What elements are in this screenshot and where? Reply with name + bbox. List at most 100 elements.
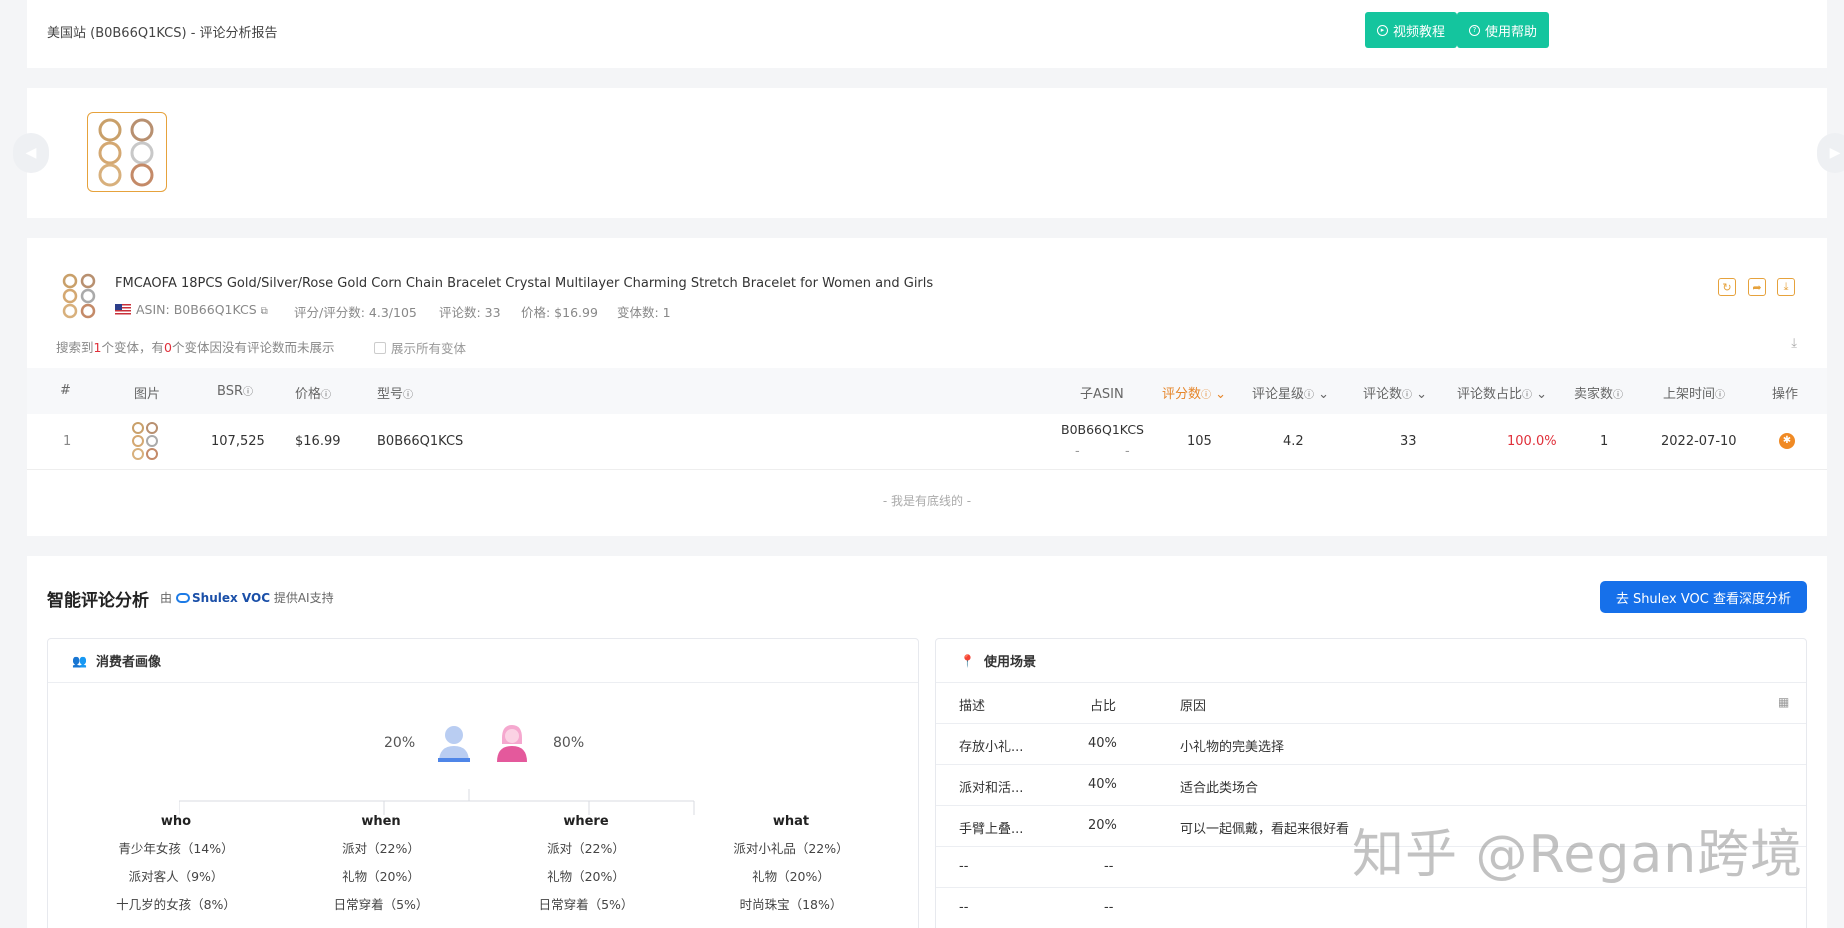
male-avatar-icon [438,726,470,762]
us-flag-icon [115,304,131,315]
cell-listed: 2022-07-10 [1661,434,1737,449]
list-item: 时尚珠宝（18%） [739,897,843,912]
cell-child-asin[interactable]: B0B66Q1KCS [1061,422,1144,437]
show-all-variants-checkbox[interactable]: 展示所有变体 [374,338,466,357]
table-row: -- -- [936,888,1806,928]
who-column: who 青少年女孩（14%） 派对客人（9%） 十几岁的女孩（8%） [81,814,271,922]
users-icon: 👥 [72,653,87,668]
variants-meta: 变体数: 1 [617,305,671,320]
where-heading: where [563,814,609,829]
variants-table-header: # 图片 BSRⓘ 价格ⓘ 型号ⓘ 子ASIN 评分数ⓘ ⌄ 评论星级ⓘ ⌄ 评… [27,368,1827,414]
profile-tree-lines [179,789,695,815]
list-item: 青少年女孩（14%） [118,841,234,856]
female-percent: 80% [553,735,585,751]
shulex-deep-analysis-button[interactable]: 去 Shulex VOC 查看深度分析 [1599,581,1807,613]
play-icon: ▸ [1377,24,1388,36]
cell-reviews: 33 [1400,434,1417,449]
row-product-image[interactable] [129,421,161,461]
list-item: 派对客人（9%） [128,869,224,884]
cell-bsr: 107,525 [211,434,265,449]
reviews-meta: 评论数: 33 [439,305,501,320]
col-image: 图片 [134,387,161,402]
end-of-list: - 我是有底线的 - [882,494,972,508]
gallery-next-button[interactable]: ▶ [1817,133,1844,173]
female-avatar-icon [497,725,527,762]
list-item: 十几岁的女孩（8%） [116,897,236,912]
table-row: 存放小礼... 40% 小礼物的完美选择 [936,724,1806,765]
cell-price: $16.99 [295,434,341,449]
list-item: 派对小礼品（22%） [733,841,849,856]
cell-ratio: 100.0% [1507,434,1557,449]
col-ratings-sort[interactable]: 评分数ⓘ ⌄ [1162,383,1226,402]
table-row: 派对和活... 40% 适合此类场合 [936,765,1806,806]
video-tutorial-label: 视频教程 [1393,24,1446,40]
consumer-panel-title: 消费者画像 [96,655,162,670]
question-icon: ? [1469,24,1480,36]
col-stars-sort[interactable]: 评论星级ⓘ ⌄ [1252,383,1329,402]
col-child-asin: 子ASIN [1080,387,1124,402]
shulex-logo-icon [176,593,191,603]
help-button[interactable]: ? 使用帮助 [1457,12,1550,48]
when-column: when 派对（22%） 礼物（20%） 日常穿着（5%） [286,814,476,922]
share-icon[interactable]: ➦ [1748,278,1766,296]
variant-summary: 搜索到1个变体，有0个变体因没有评论数而未展示 [56,340,335,355]
cell-index: 1 [63,434,72,449]
video-tutorial-button[interactable]: ▸ 视频教程 [1365,12,1458,48]
scene-panel-title: 使用场景 [984,655,1037,670]
list-item: 礼物（20%） [547,869,625,884]
col-reviews-sort[interactable]: 评论数ⓘ ⌄ [1363,383,1427,402]
gallery-prev-button[interactable]: ◀ [13,133,49,173]
asin-text: ASIN: B0B66Q1KCS [136,302,257,317]
list-item: 派对（22%） [342,841,420,856]
watermark-text: 知乎 @Regan跨境 [1352,825,1804,885]
col-index: # [60,383,71,398]
where-column: where 派对（22%） 礼物（20%） 日常穿着（5%） [491,814,681,922]
cell-stars: 4.2 [1283,434,1304,449]
list-item: 礼物（20%） [752,869,830,884]
analyze-icon[interactable]: ✱ [1779,433,1795,449]
product-image [62,273,96,319]
col-listed[interactable]: 上架时间ⓘ [1663,383,1725,402]
list-item: 派对（22%） [547,841,625,856]
bracelet-image [98,118,154,187]
section-title: 智能评论分析 [47,591,149,611]
location-pin-icon: 📍 [960,653,975,668]
scene-col-desc: 描述 [959,699,986,714]
list-item: 礼物（20%） [342,869,420,884]
grid-view-icon[interactable]: ▦ [1778,695,1789,709]
scene-table-header: 描述 占比 原因 ▦ [936,683,1806,724]
product-section: FMCAOFA 18PCS Gold/Silver/Rose Gold Corn… [27,238,1827,536]
powered-by: 由 Shulex VOC 提供AI支持 [160,591,334,605]
cell-sellers: 1 [1600,434,1609,449]
cell-dash-2: - [1125,444,1130,459]
page-title: 美国站 (B0B66Q1KCS) - 评论分析报告 [47,26,278,41]
refresh-icon[interactable]: ↻ [1718,278,1736,296]
export-icon[interactable]: ⤓ [1791,336,1797,351]
col-sellers[interactable]: 卖家数ⓘ [1574,383,1623,402]
price-meta: 价格: $16.99 [521,305,598,320]
what-column: what 派对小礼品（22%） 礼物（20%） 时尚珠宝（18%） [696,814,886,922]
product-title: FMCAOFA 18PCS Gold/Silver/Rose Gold Corn… [115,276,934,291]
list-item: 日常穿着（5%） [333,897,429,912]
report-header: 美国站 (B0B66Q1KCS) - 评论分析报告 ▸ 视频教程 ? 使用帮助 [27,0,1827,68]
col-bsr[interactable]: BSRⓘ [217,383,253,399]
col-model[interactable]: 型号ⓘ [377,383,413,402]
who-heading: who [160,814,192,829]
consumer-profile-panel: 👥 消费者画像 20% 80% who 青少年女孩（14%） 派对客人（9%） 十… [47,638,919,928]
help-label: 使用帮助 [1485,24,1538,40]
cell-ratings: 105 [1187,434,1212,449]
list-item: 日常穿着（5%） [538,897,634,912]
scene-col-ratio: 占比 [1090,699,1117,714]
image-gallery: ◀ ▶ [13,88,1844,218]
when-heading: when [361,814,401,829]
asin-label[interactable]: ASIN: B0B66Q1KCS ⧉ [115,302,268,317]
table-row: 1 107,525 $16.99 B0B66Q1KCS B0B66Q1KCS -… [27,414,1827,470]
col-ratio-sort[interactable]: 评论数占比ⓘ ⌄ [1457,383,1547,402]
external-link-icon[interactable]: ⧉ [261,306,268,317]
checkbox-box [374,341,386,354]
male-percent: 20% [384,735,416,751]
download-icon[interactable]: ⤓ [1777,278,1795,296]
product-thumbnail[interactable] [87,112,167,192]
cell-model: B0B66Q1KCS [377,434,464,449]
col-price[interactable]: 价格ⓘ [295,383,331,402]
